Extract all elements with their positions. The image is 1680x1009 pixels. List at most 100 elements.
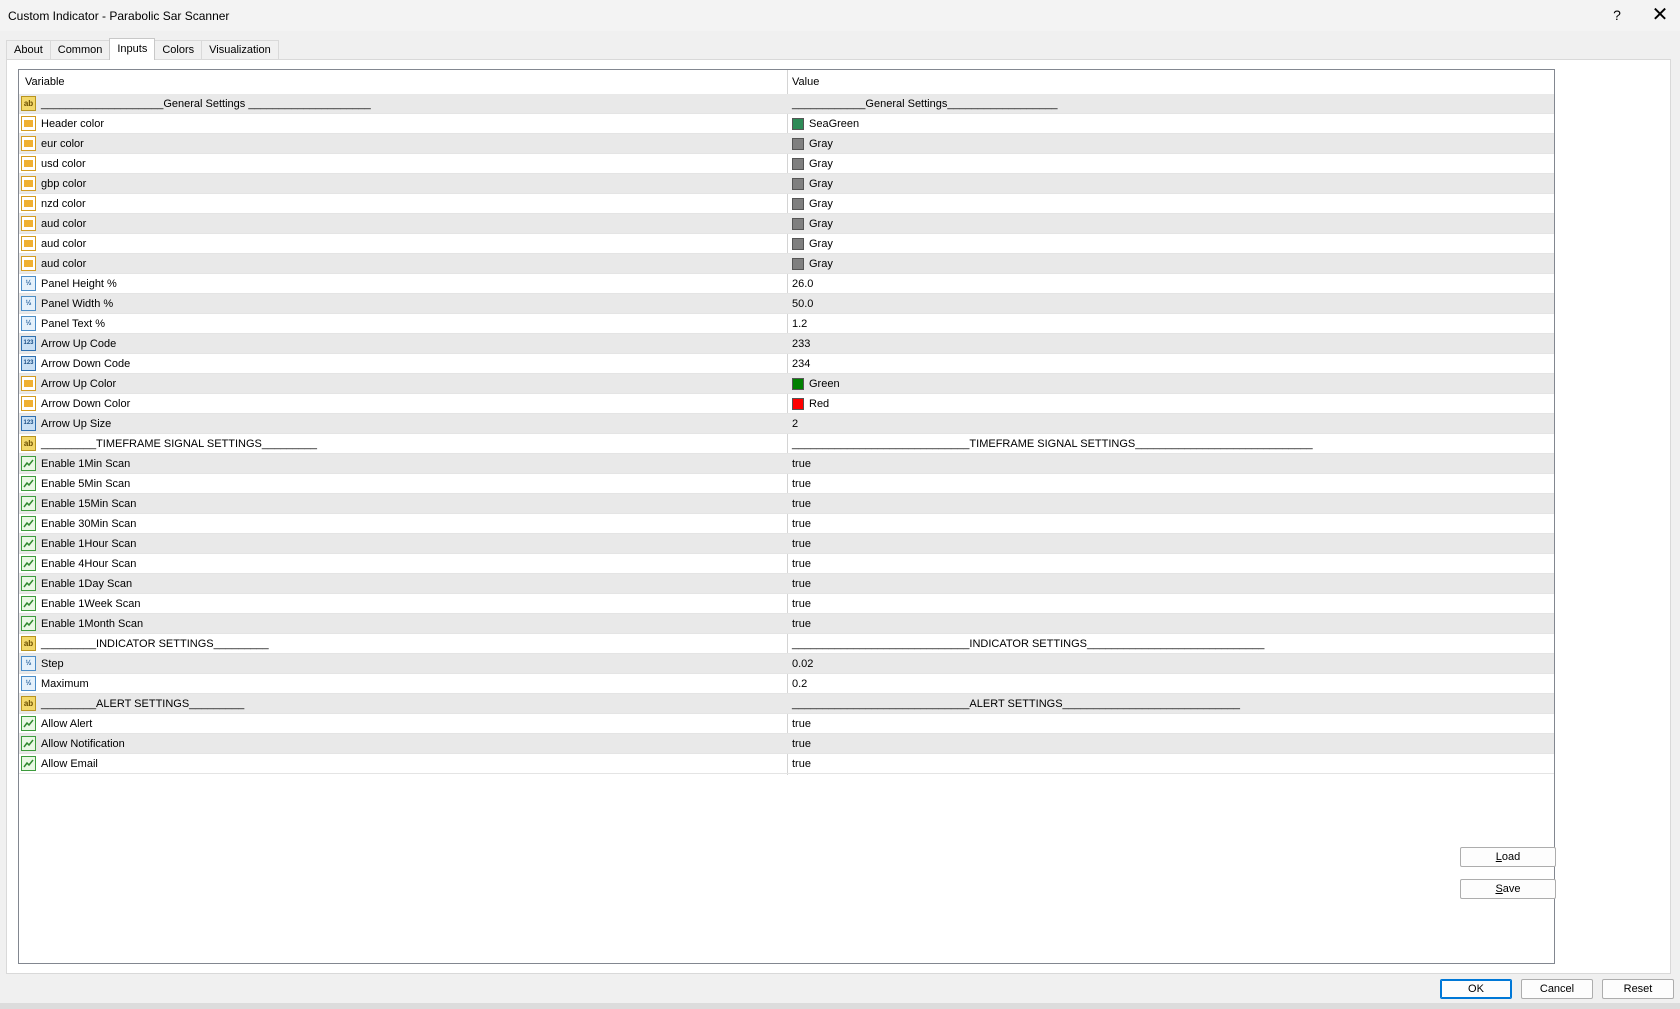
color-icon <box>21 176 36 191</box>
variable-value[interactable]: 2 <box>792 418 798 430</box>
tab-about[interactable]: About <box>6 40 51 59</box>
double-icon: ½ <box>21 656 36 671</box>
table-row[interactable]: ½ Maximum 0.2 <box>19 674 1554 694</box>
table-row[interactable]: aud color Gray <box>19 214 1554 234</box>
variable-value[interactable]: 0.02 <box>792 658 813 670</box>
variable-value[interactable]: 50.0 <box>792 298 813 310</box>
table-row[interactable]: Arrow Down Color Red <box>19 394 1554 414</box>
table-row[interactable]: ½ Panel Text % 1.2 <box>19 314 1554 334</box>
table-row[interactable]: Enable 5Min Scan true <box>19 474 1554 494</box>
variable-value[interactable]: true <box>792 558 811 570</box>
table-row[interactable]: Enable 1Hour Scan true <box>19 534 1554 554</box>
variable-value[interactable]: 26.0 <box>792 278 813 290</box>
variable-value[interactable]: true <box>792 758 811 770</box>
table-row[interactable]: Enable 1Day Scan true <box>19 574 1554 594</box>
table-row[interactable]: Enable 4Hour Scan true <box>19 554 1554 574</box>
variable-value[interactable]: ____________General Settings____________… <box>792 98 1057 110</box>
string-icon: ab <box>21 636 36 651</box>
table-row[interactable]: ab _________ALERT SETTINGS_________ ______… <box>19 694 1554 714</box>
table-row[interactable]: Allow Email true <box>19 754 1554 774</box>
variable-value[interactable]: _____________________________TIMEFRAME S… <box>792 438 1313 450</box>
variable-name: Allow Notification <box>41 738 125 750</box>
variable-value[interactable]: Gray <box>809 138 833 150</box>
variable-value[interactable]: true <box>792 498 811 510</box>
variable-value[interactable]: true <box>792 458 811 470</box>
color-icon <box>21 216 36 231</box>
table-row[interactable]: Arrow Up Color Green <box>19 374 1554 394</box>
variable-value[interactable]: true <box>792 538 811 550</box>
color-icon <box>21 236 36 251</box>
table-row[interactable]: aud color Gray <box>19 254 1554 274</box>
variable-name: aud color <box>41 258 87 270</box>
help-icon[interactable]: ? <box>1609 7 1625 23</box>
table-row[interactable]: Allow Alert true <box>19 714 1554 734</box>
table-row[interactable]: ½ Panel Height % 26.0 <box>19 274 1554 294</box>
table-row[interactable]: Header color SeaGreen <box>19 114 1554 134</box>
variable-value[interactable]: Gray <box>809 158 833 170</box>
variable-value[interactable]: true <box>792 598 811 610</box>
variable-value[interactable]: Green <box>809 378 840 390</box>
double-icon: ½ <box>21 296 36 311</box>
table-row[interactable]: Enable 15Min Scan true <box>19 494 1554 514</box>
variable-value[interactable]: SeaGreen <box>809 118 859 130</box>
save-button[interactable]: Save <box>1460 879 1556 899</box>
variable-name: Arrow Down Color <box>41 398 131 410</box>
table-row[interactable]: ab _________TIMEFRAME SIGNAL SETTINGS____… <box>19 434 1554 454</box>
table-row[interactable]: nzd color Gray <box>19 194 1554 214</box>
variable-value[interactable]: true <box>792 738 811 750</box>
variable-value[interactable]: Gray <box>809 198 833 210</box>
variable-value[interactable]: Gray <box>809 218 833 230</box>
table-row[interactable]: Enable 30Min Scan true <box>19 514 1554 534</box>
header-value[interactable]: Value <box>792 76 819 88</box>
cancel-button[interactable]: Cancel <box>1521 979 1593 999</box>
table-row[interactable]: gbp color Gray <box>19 174 1554 194</box>
variable-name: Enable 1Month Scan <box>41 618 144 630</box>
color-swatch <box>792 398 804 410</box>
variable-value[interactable]: 1.2 <box>792 318 807 330</box>
variable-value[interactable]: 0.2 <box>792 678 807 690</box>
grid-rows: ab ____________________General Settings _… <box>19 94 1554 774</box>
variable-value[interactable]: _____________________________INDICATOR S… <box>792 638 1264 650</box>
variable-value[interactable]: Red <box>809 398 829 410</box>
variable-value[interactable]: Gray <box>809 258 833 270</box>
header-variable[interactable]: Variable <box>25 76 65 88</box>
double-icon: ½ <box>21 676 36 691</box>
tab-colors[interactable]: Colors <box>154 40 203 59</box>
variable-value[interactable]: true <box>792 518 811 530</box>
variable-name: Enable 5Min Scan <box>41 478 131 490</box>
variable-value[interactable]: 234 <box>792 358 810 370</box>
load-button[interactable]: Load <box>1460 847 1556 867</box>
table-row[interactable]: Enable 1Week Scan true <box>19 594 1554 614</box>
variable-name: Enable 1Week Scan <box>41 598 141 610</box>
variable-name: Maximum <box>41 678 89 690</box>
table-row[interactable]: 123 Arrow Up Code 233 <box>19 334 1554 354</box>
table-row[interactable]: ab ____________________General Settings _… <box>19 94 1554 114</box>
table-row[interactable]: ½ Panel Width % 50.0 <box>19 294 1554 314</box>
variable-value[interactable]: _____________________________ALERT SETTI… <box>792 698 1240 710</box>
table-row[interactable]: ½ Step 0.02 <box>19 654 1554 674</box>
close-icon[interactable]: ✕ <box>1650 3 1670 27</box>
variable-value[interactable]: Gray <box>809 238 833 250</box>
table-row[interactable]: Enable 1Min Scan true <box>19 454 1554 474</box>
variable-value[interactable]: true <box>792 478 811 490</box>
window-title: Custom Indicator - Parabolic Sar Scanner <box>8 9 230 23</box>
table-row[interactable]: ab _________INDICATOR SETTINGS_________ __… <box>19 634 1554 654</box>
ok-button[interactable]: OK <box>1440 979 1512 999</box>
table-row[interactable]: usd color Gray <box>19 154 1554 174</box>
variable-value[interactable]: Gray <box>809 178 833 190</box>
tab-visualization[interactable]: Visualization <box>201 40 279 59</box>
tab-inputs[interactable]: Inputs <box>109 38 156 60</box>
reset-button[interactable]: Reset <box>1602 979 1674 999</box>
table-row[interactable]: 123 Arrow Down Code 234 <box>19 354 1554 374</box>
variable-value[interactable]: true <box>792 618 811 630</box>
variable-value[interactable]: true <box>792 578 811 590</box>
table-row[interactable]: aud color Gray <box>19 234 1554 254</box>
grid-header: Variable Value <box>19 70 1554 94</box>
variable-value[interactable]: 233 <box>792 338 810 350</box>
table-row[interactable]: eur color Gray <box>19 134 1554 154</box>
tab-common[interactable]: Common <box>49 40 111 59</box>
table-row[interactable]: Enable 1Month Scan true <box>19 614 1554 634</box>
variable-value[interactable]: true <box>792 718 811 730</box>
table-row[interactable]: 123 Arrow Up Size 2 <box>19 414 1554 434</box>
table-row[interactable]: Allow Notification true <box>19 734 1554 754</box>
